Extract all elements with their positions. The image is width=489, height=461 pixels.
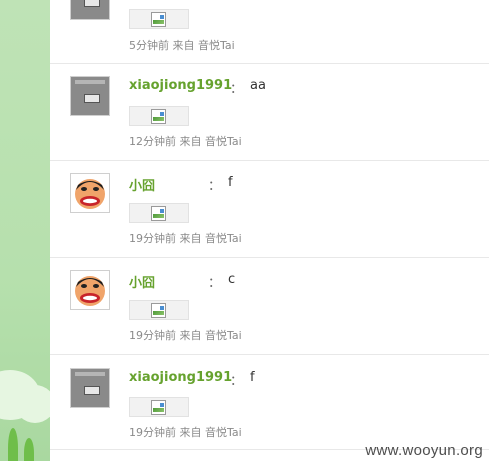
from-label: 来自 xyxy=(179,232,202,245)
broken-image-icon xyxy=(151,109,166,124)
feed-item: xiaojiong1991 ： f 19分钟前 来自 音悦Tai xyxy=(50,355,489,450)
feed-item: 小囧 ： c 19分钟前 来自 音悦Tai xyxy=(50,258,489,355)
image-thumbnail[interactable] xyxy=(129,106,189,126)
username-link[interactable]: xiaojiong1991 xyxy=(129,78,232,93)
avatar[interactable] xyxy=(70,0,110,20)
image-thumbnail[interactable] xyxy=(129,397,189,417)
source-link[interactable]: 音悦Tai xyxy=(205,135,242,148)
activity-feed: 5分钟前 来自 音悦Tai xiaojiong1991 ： aa 12分钟前 来… xyxy=(50,0,489,461)
left-decorative-background xyxy=(0,0,50,461)
post-meta: 5分钟前 来自 音悦Tai xyxy=(129,37,235,53)
post-meta: 19分钟前 来自 音悦Tai xyxy=(129,424,242,440)
username-link[interactable]: 小囧 xyxy=(129,272,155,291)
from-label: 来自 xyxy=(179,426,202,439)
source-link[interactable]: 音悦Tai xyxy=(205,329,242,342)
feed-item: 小囧 ： f 19分钟前 来自 音悦Tai xyxy=(50,161,489,258)
username-link[interactable]: xiaojiong1991 xyxy=(129,370,232,385)
separator: ： xyxy=(230,82,244,97)
grass-decoration xyxy=(8,428,18,461)
post-message: c xyxy=(228,272,236,287)
from-label: 来自 xyxy=(179,329,202,342)
avatar[interactable] xyxy=(70,173,110,213)
broken-image-icon xyxy=(151,400,166,415)
post-time: 19分钟前 xyxy=(129,232,176,245)
cloud-decoration xyxy=(15,385,50,423)
post-time: 19分钟前 xyxy=(129,329,176,342)
post-time: 5分钟前 xyxy=(129,39,169,52)
avatar[interactable] xyxy=(70,270,110,310)
cartoon-face-avatar-icon xyxy=(71,174,109,212)
screen-avatar-icon xyxy=(75,80,105,84)
image-thumbnail[interactable] xyxy=(129,300,189,320)
post-meta: 19分钟前 来自 音悦Tai xyxy=(129,230,242,246)
post-time: 12分钟前 xyxy=(129,135,176,148)
feed-item: xiaojiong1991 ： aa 12分钟前 来自 音悦Tai xyxy=(50,63,489,161)
from-label: 来自 xyxy=(172,39,195,52)
broken-image-icon xyxy=(151,303,166,318)
source-link[interactable]: 音悦Tai xyxy=(198,39,235,52)
separator: ： xyxy=(208,179,222,194)
image-thumbnail[interactable] xyxy=(129,9,189,29)
screen-avatar-icon xyxy=(75,372,105,376)
post-message: f xyxy=(250,370,255,385)
from-label: 来自 xyxy=(179,135,202,148)
separator: ： xyxy=(230,374,244,389)
avatar[interactable] xyxy=(70,76,110,116)
username-link[interactable]: 小囧 xyxy=(129,175,155,194)
feed-item: 5分钟前 来自 音悦Tai xyxy=(50,0,489,64)
source-link[interactable]: 音悦Tai xyxy=(205,232,242,245)
image-thumbnail[interactable] xyxy=(129,203,189,223)
post-time: 19分钟前 xyxy=(129,426,176,439)
broken-image-icon xyxy=(151,12,166,27)
broken-image-icon xyxy=(151,206,166,221)
cartoon-face-avatar-icon xyxy=(71,271,109,309)
watermark: www.wooyun.org xyxy=(365,442,483,459)
avatar[interactable] xyxy=(70,368,110,408)
source-link[interactable]: 音悦Tai xyxy=(205,426,242,439)
post-meta: 19分钟前 来自 音悦Tai xyxy=(129,327,242,343)
separator: ： xyxy=(208,276,222,291)
grass-decoration xyxy=(24,438,34,461)
post-message: aa xyxy=(250,78,266,93)
post-meta: 12分钟前 来自 音悦Tai xyxy=(129,133,242,149)
post-message: f xyxy=(228,175,233,190)
